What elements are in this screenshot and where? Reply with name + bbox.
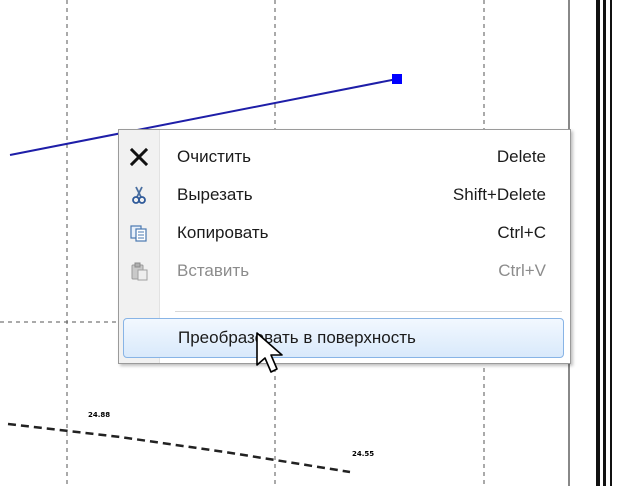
panel-divider xyxy=(603,0,606,486)
menu-item-shortcut: Ctrl+C xyxy=(497,223,546,242)
mouse-cursor-icon xyxy=(255,331,295,381)
line-handle[interactable] xyxy=(392,74,402,84)
menu-separator xyxy=(175,311,562,312)
panel-divider xyxy=(610,0,612,486)
menu-item-paste[interactable]: Вставить Ctrl+V xyxy=(119,252,570,290)
menu-item-label: Вырезать xyxy=(177,185,253,204)
context-menu: Очистить Delete Вырезать Shift+Delete Ко… xyxy=(118,129,571,364)
contour-line[interactable] xyxy=(7,422,351,474)
menu-item-convert-to-surface[interactable]: Преобразовать в поверхность xyxy=(123,318,564,358)
contour-label: 24.55 xyxy=(352,450,374,458)
menu-item-label: Вставить xyxy=(177,261,250,280)
menu-item-shortcut: Delete xyxy=(496,147,546,166)
menu-item-label: Очистить xyxy=(177,147,252,166)
contour-label: 24.88 xyxy=(88,411,110,419)
menu-item-clear[interactable]: Очистить Delete xyxy=(119,138,570,176)
menu-item-shortcut: Ctrl+V xyxy=(498,261,546,280)
scissors-icon xyxy=(119,176,159,214)
menu-item-shortcut: Shift+Delete xyxy=(452,185,546,204)
menu-item-label: Копировать xyxy=(177,223,269,242)
copy-icon xyxy=(119,214,159,252)
menu-item-cut[interactable]: Вырезать Shift+Delete xyxy=(119,176,570,214)
menu-item-label: Преобразовать в поверхность xyxy=(178,328,416,347)
close-x-icon xyxy=(119,138,159,176)
panel-divider xyxy=(596,0,600,486)
menu-item-copy[interactable]: Копировать Ctrl+C xyxy=(119,214,570,252)
paste-icon xyxy=(119,252,159,290)
